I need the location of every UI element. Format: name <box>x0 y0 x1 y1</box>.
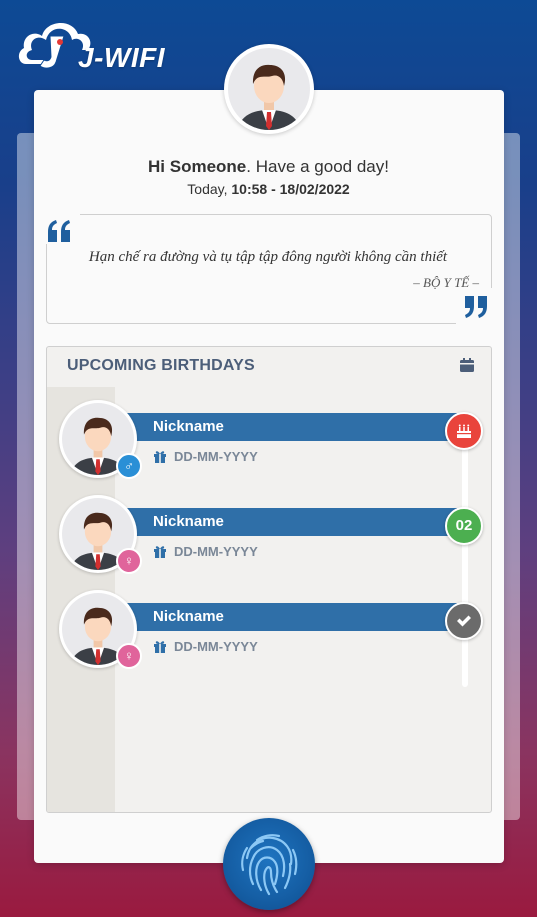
male-icon: ♂ <box>116 453 142 479</box>
birthday-date: DD-MM-YYYY <box>174 544 258 559</box>
greeting-hi: Hi <box>148 157 165 176</box>
nickname: Nickname <box>153 418 224 435</box>
quote-open-icon <box>40 212 80 244</box>
greeting-rest: . Have a good day! <box>246 157 389 176</box>
check-icon <box>457 615 471 627</box>
upcoming-birthdays-panel: UPCOMING BIRTHDAYS ♂ Nickname DD-MM-YYYY… <box>46 346 492 813</box>
birthdays-title: UPCOMING BIRTHDAYS <box>67 357 255 374</box>
current-datetime: Today, 10:58 - 18/02/2022 <box>0 181 537 197</box>
nickname: Nickname <box>153 513 224 530</box>
days-left-badge: 02 <box>445 507 483 545</box>
user-name: Someone <box>169 157 247 176</box>
nickname: Nickname <box>153 608 224 625</box>
quote-box <box>46 214 492 324</box>
female-icon: ♀ <box>116 643 142 669</box>
today-label: Today, <box>187 181 228 197</box>
fingerprint-button[interactable] <box>223 818 315 910</box>
gift-icon <box>153 544 167 558</box>
birthday-date: DD-MM-YYYY <box>174 639 258 654</box>
birthday-item[interactable]: ♀ Nickname DD-MM-YYYY 02 <box>59 495 489 575</box>
birthday-item[interactable]: ♂ Nickname DD-MM-YYYY <box>59 400 489 480</box>
birthday-today-status <box>445 412 483 450</box>
time-date-value: 10:58 - 18/02/2022 <box>231 181 350 197</box>
birthday-item[interactable]: ♀ Nickname DD-MM-YYYY <box>59 590 489 670</box>
person-avatar-icon <box>238 64 300 130</box>
passed-status <box>445 602 483 640</box>
quote-close-icon <box>456 288 496 324</box>
gift-icon <box>153 449 167 463</box>
calendar-icon[interactable] <box>459 357 475 373</box>
quote-text: Hạn chế ra đường và tụ tập tập đông ngườ… <box>88 249 448 265</box>
greeting-text: Hi Someone. Have a good day! <box>0 157 537 177</box>
app-logo: J-WIFI <box>16 12 166 76</box>
female-icon: ♀ <box>116 548 142 574</box>
user-avatar[interactable] <box>224 44 314 134</box>
gift-icon <box>153 639 167 653</box>
birthday-date: DD-MM-YYYY <box>174 449 258 464</box>
fingerprint-icon <box>241 834 298 896</box>
cake-icon <box>457 424 471 438</box>
logo-text: J-WIFI <box>78 42 165 73</box>
